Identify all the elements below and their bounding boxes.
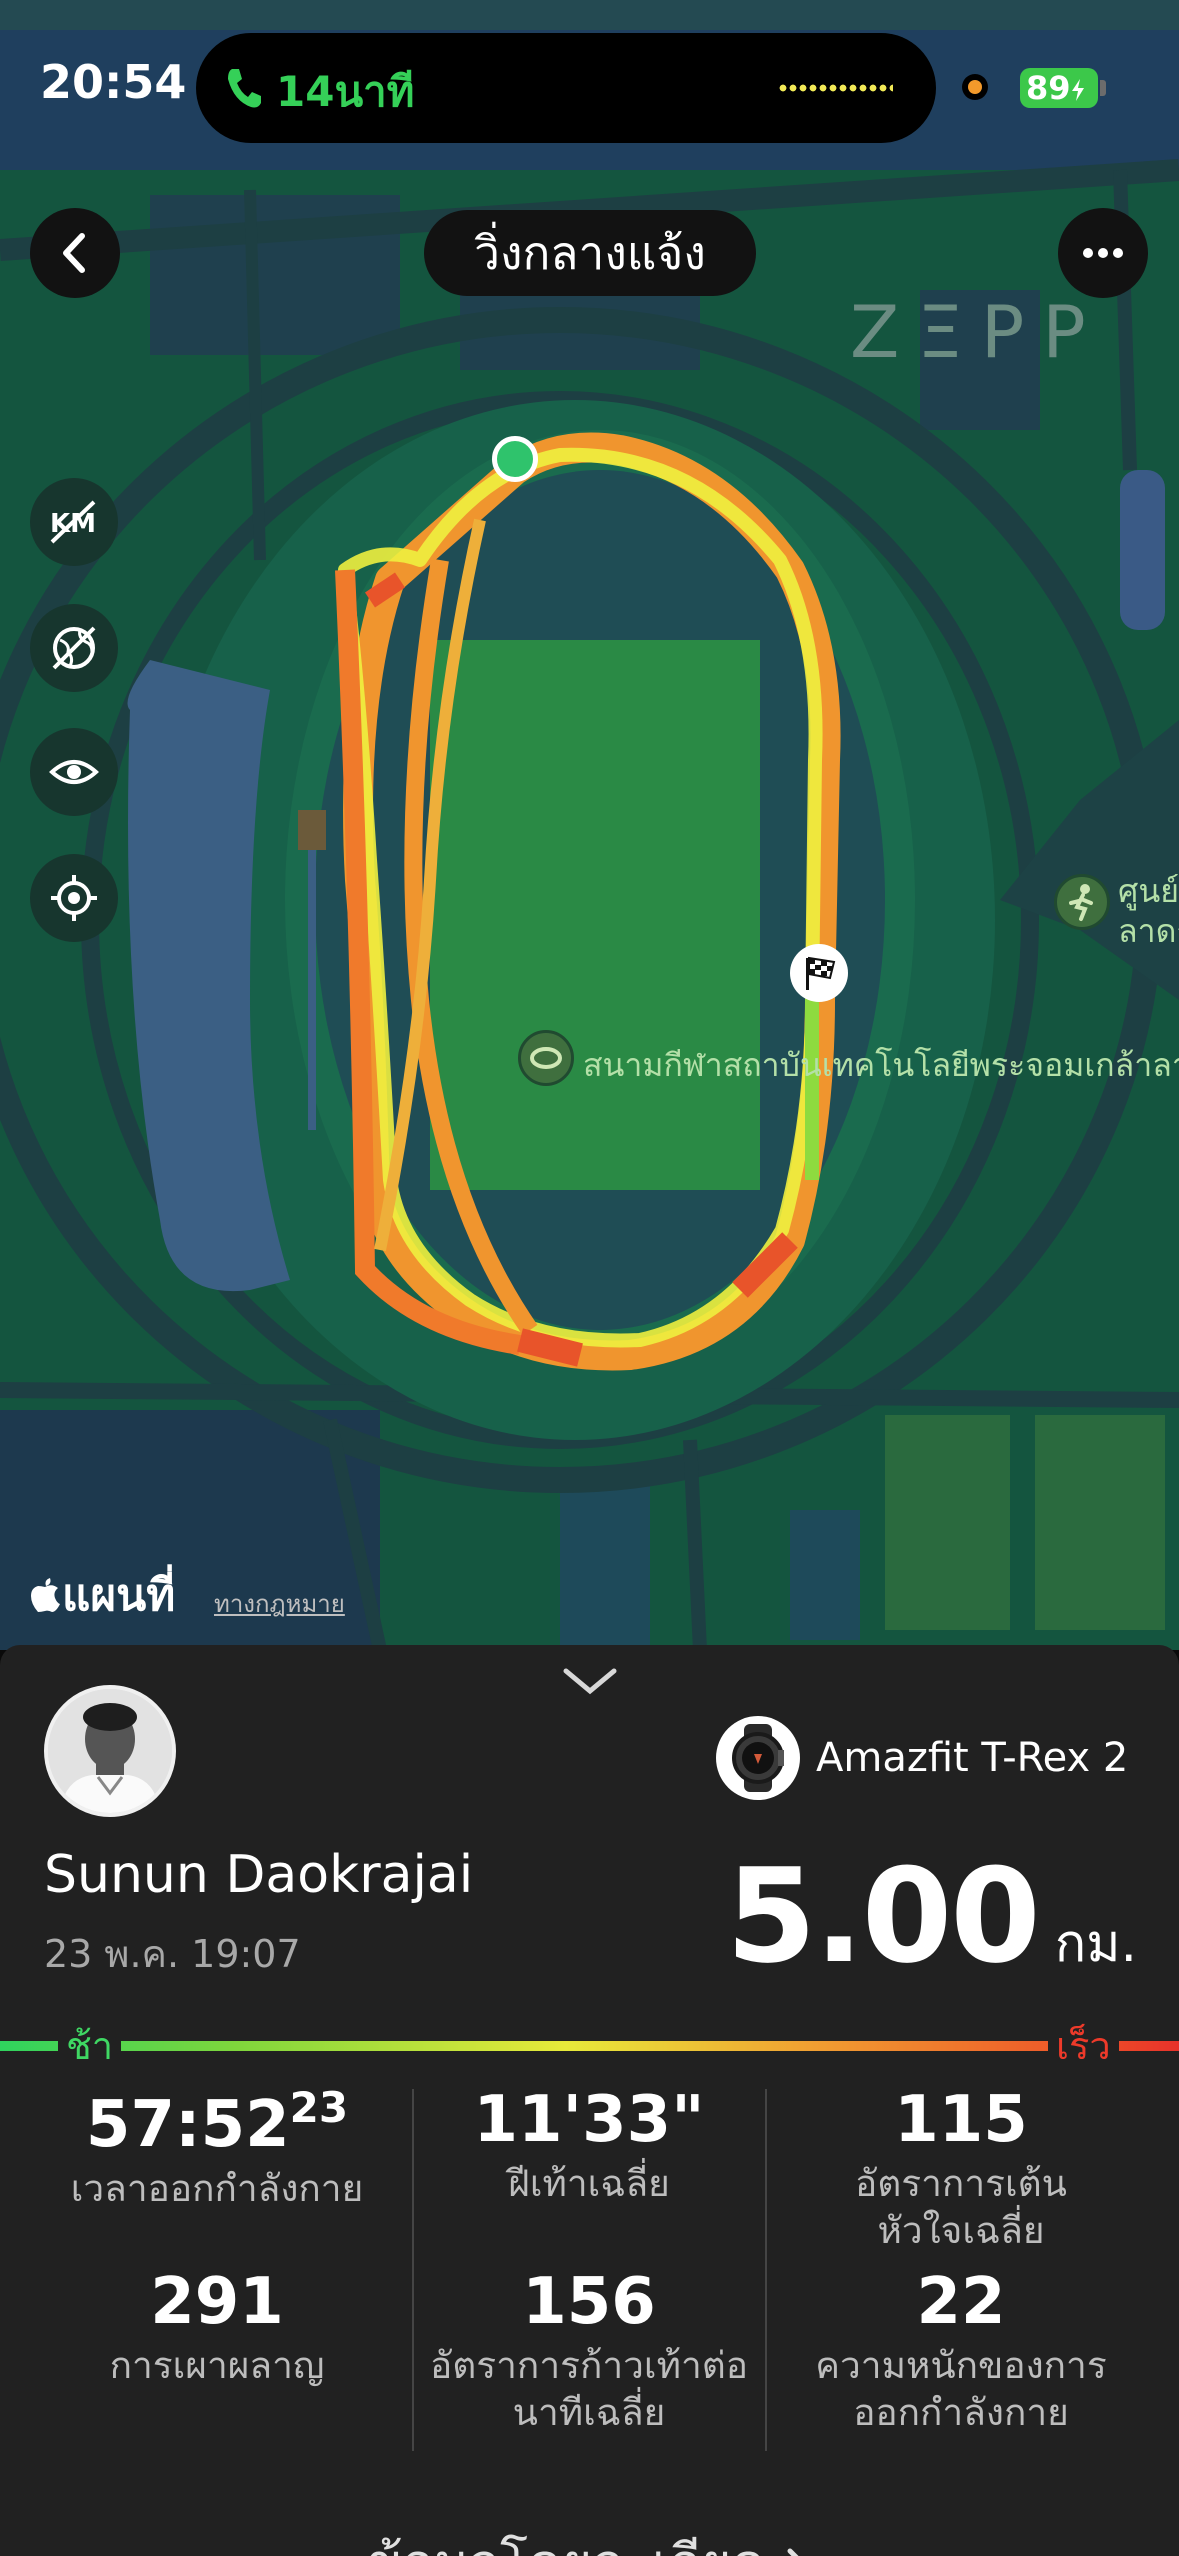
locate-crosshair-icon (51, 875, 97, 921)
call-duration: 14นาที (276, 67, 415, 116)
apple-logo-icon (31, 1578, 60, 1612)
stat-label-2: หัวใจเฉลี่ย (877, 2208, 1045, 2252)
km-markers-icon: KM (50, 500, 96, 544)
avatar[interactable] (44, 1685, 176, 1817)
stat-label-2: ออกกำลังกาย (853, 2390, 1069, 2434)
chevron-down-icon[interactable] (560, 1661, 620, 1701)
battery-cap (1100, 80, 1106, 96)
device-name: Amazfit T-Rex 2 (816, 1735, 1129, 1781)
stat-label: อัตราการก้าวเท้าต่อ (430, 2344, 748, 2388)
status-time: 20:54 (40, 55, 187, 109)
stat-calories: 291 การเผาผลาญ (32, 2267, 402, 2390)
stat-value: 115 (894, 2083, 1028, 2157)
center-poi-label-2[interactable]: ลาดก (1118, 906, 1179, 957)
pace-slow-label: ช้า (58, 2015, 122, 2076)
stat-value: 291 (150, 2265, 284, 2339)
audio-wave-icon (778, 83, 893, 93)
details-link-label: ข้อมูลโดยละเอียด (367, 2534, 765, 2556)
maps-label: แผนที่ (62, 1570, 176, 1621)
phone-icon (228, 69, 261, 108)
stat-value-sup: 23 (289, 2083, 349, 2132)
stat-label: อัตราการเต้น (855, 2162, 1067, 2206)
view-toggle-button[interactable] (30, 728, 118, 816)
stat-value: 57:52 (85, 2088, 290, 2162)
stat-label: ฝีเท้าเฉลี่ย (508, 2162, 670, 2206)
distance-display: 5.00 กม. (726, 1840, 1137, 1992)
pace-fast-label: เร็ว (1048, 2015, 1119, 2076)
dynamic-island-call[interactable]: 14นาที (196, 33, 936, 143)
workout-date: 23 พ.ค. 19:07 (44, 1932, 301, 1976)
map-style-toggle-button[interactable] (30, 604, 118, 692)
workout-type-title: วิ่งกลางแจ้ง (424, 210, 756, 296)
chevron-left-icon (63, 233, 85, 273)
stadium-poi-label[interactable]: สนามกีฬาสถาบันเทคโนโลยีพระจอมเกล้าลาดก (583, 1040, 1179, 1091)
stat-value: 156 (522, 2265, 656, 2339)
globe-off-icon (52, 626, 96, 670)
device-info[interactable]: Amazfit T-Rex 2 (716, 1715, 1128, 1801)
route-map[interactable]: สนามกีฬาสถาบันเทคโนโลยีพระจอมเกล้าลาดก ศ… (0, 0, 1179, 1650)
charging-bolt-icon (1071, 79, 1084, 101)
stadium-poi-icon[interactable] (518, 1030, 574, 1086)
more-options-button[interactable] (1058, 208, 1148, 298)
stat-value: 11'33" (473, 2083, 705, 2157)
more-dots-icon (1083, 248, 1123, 258)
recenter-button[interactable] (30, 854, 118, 942)
runner-poi-icon[interactable] (1054, 874, 1110, 930)
stat-value: 22 (916, 2265, 1006, 2339)
stat-label-2: นาทีเฉลี่ย (512, 2390, 666, 2434)
stat-label: เวลาออกกำลังกาย (70, 2167, 364, 2211)
stat-avg-pace: 11'33" ฝีเท้าเฉลี่ย (404, 2085, 774, 2208)
stat-label: การเผาผลาญ (109, 2344, 325, 2388)
stat-avg-heart-rate: 115 อัตราการเต้น หัวใจเฉลี่ย (776, 2085, 1146, 2254)
apple-maps-attribution: แผนที่ (28, 1560, 175, 1630)
distance-value: 5.00 (725, 1840, 1041, 1992)
back-button[interactable] (30, 208, 120, 298)
mic-indicator-icon (962, 74, 988, 100)
details-link[interactable]: ข้อมูลโดยละเอียด (0, 2521, 1179, 2556)
eye-icon (49, 760, 99, 784)
watch-icon (716, 1716, 800, 1800)
km-marker-toggle-button[interactable]: KM (30, 478, 118, 566)
avatar-photo (48, 1689, 172, 1813)
user-name: Sunun Daokrajai (44, 1845, 474, 1905)
stat-training-load: 22 ความหนักของการ ออกกำลังกาย (776, 2267, 1146, 2436)
route-start-marker (492, 436, 538, 482)
stat-avg-cadence: 156 อัตราการก้าวเท้าต่อ นาทีเฉลี่ย (404, 2267, 774, 2436)
legal-link[interactable]: ทางกฎหมาย (214, 1584, 345, 1623)
pace-gradient-bar (0, 2041, 1179, 2051)
battery-level: 89 (1026, 69, 1071, 107)
finish-flag-icon (790, 944, 848, 1002)
workout-summary-sheet[interactable]: Amazfit T-Rex 2 Sunun Daokrajai 23 พ.ค. … (0, 1645, 1179, 2556)
stat-label: ความหนักของการ (815, 2344, 1107, 2388)
battery-indicator: 89 (1020, 68, 1098, 108)
zepp-logo: ZΞPP (850, 290, 1104, 374)
distance-unit: กม. (1054, 1914, 1137, 1974)
chevron-right-icon (787, 2548, 799, 2556)
stat-workout-time: 57:5223 เวลาออกกำลังกาย (32, 2083, 402, 2213)
